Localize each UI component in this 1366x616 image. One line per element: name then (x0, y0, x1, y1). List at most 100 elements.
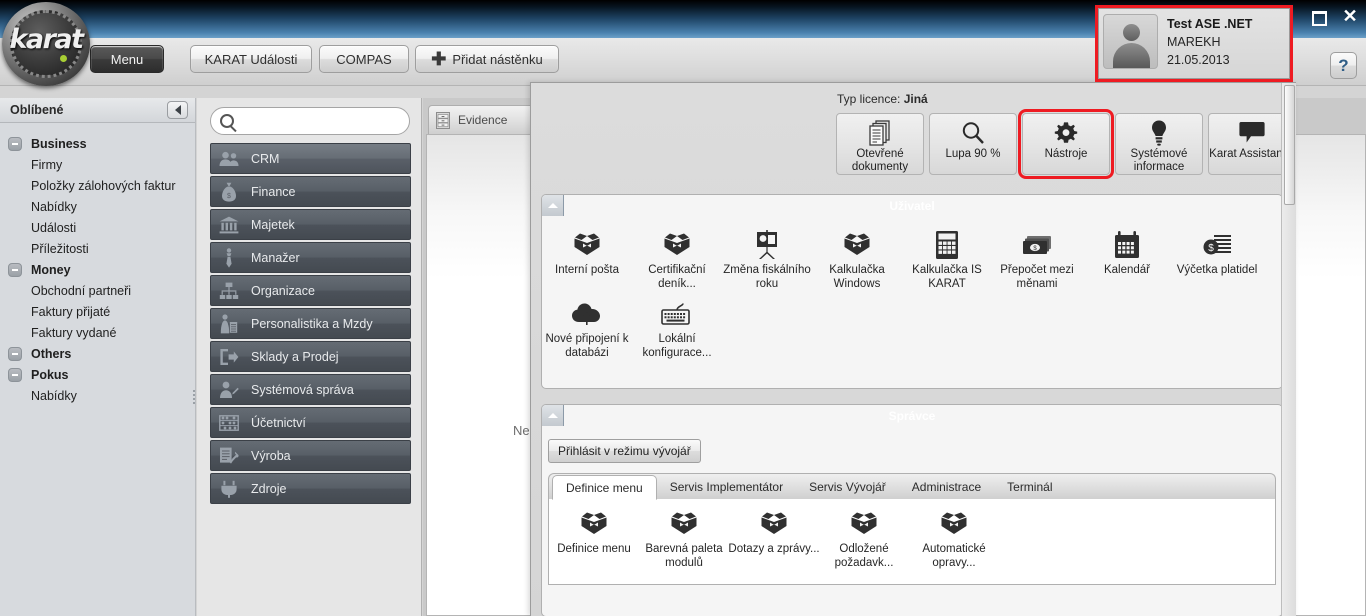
collapse-minus-icon[interactable] (8, 136, 22, 151)
add-board-button[interactable]: ✚ Přidat nástěnku (415, 45, 559, 73)
org-chart-icon (218, 281, 240, 301)
close-button[interactable]: ✕ (1340, 7, 1360, 26)
sidebar-group-pokus[interactable]: Pokus (0, 364, 195, 385)
karat-events-button[interactable]: KARAT Události (190, 45, 312, 73)
section-body: Interní pošta Certifikační deník... Změn… (542, 216, 1282, 364)
tile-calendar[interactable]: Kalendář (1082, 222, 1172, 291)
logo-dot (60, 55, 67, 62)
tab-administrace[interactable]: Administrace (899, 474, 994, 499)
tools-panel: Typ licence: Jiná Otevřené dokumenty Lup… (530, 82, 1296, 616)
collapse-minus-icon[interactable] (8, 367, 22, 382)
tile-presentation[interactable]: Změna fiskálního roku (722, 222, 812, 291)
tile-label: Přepočet mezi měnami (1000, 264, 1074, 290)
tile-cloud-upload[interactable]: Nové připojení k databázi (542, 291, 632, 360)
collapse-minus-icon[interactable] (8, 262, 22, 277)
maximize-restore-button[interactable] (1308, 8, 1328, 26)
section-tabstrip: Definice menu Servis Implementátor Servis … (548, 473, 1276, 500)
chevron-left-icon[interactable] (167, 101, 188, 119)
triangle-up-icon[interactable] (542, 195, 564, 216)
module-item[interactable]: Účetnictví (210, 407, 411, 438)
sidebar-item[interactable]: Příležitosti (0, 238, 195, 259)
panel-button-bulb[interactable]: Systémové informace (1115, 113, 1203, 175)
section-title: Uživatel (889, 198, 935, 213)
box-icon (662, 229, 692, 261)
tile-box[interactable]: Definice menu (549, 501, 639, 570)
sidebar-group-others[interactable]: Others (0, 343, 195, 364)
tile-box[interactable]: Kalkulačka Windows (812, 222, 902, 291)
tile-label: Změna fiskálního roku (723, 264, 811, 290)
compas-button[interactable]: COMPAS (319, 45, 409, 73)
panel-button-gear[interactable]: Nástroje (1018, 109, 1114, 179)
tile-label: Kalkulačka Windows (829, 264, 885, 290)
tile-label: Kalkulačka IS KARAT (912, 264, 982, 290)
sidebar-item[interactable]: Firmy (0, 154, 195, 175)
module-item[interactable]: Majetek (210, 209, 411, 240)
module-label: Účetnictví (251, 415, 306, 430)
menu-button[interactable]: Menu (90, 45, 164, 73)
tile-calculator[interactable]: Kalkulačka IS KARAT (902, 222, 992, 291)
tile-banknotes[interactable]: $ Přepočet mezi měnami (992, 222, 1082, 291)
sidebar-item[interactable]: Nabídky (0, 196, 195, 217)
section-header: Správce (542, 405, 1282, 426)
search-input[interactable] (239, 114, 399, 128)
tile-label: Výčetka platidel (1176, 264, 1258, 276)
help-button[interactable]: ? (1330, 52, 1357, 79)
module-item[interactable]: CRM (210, 143, 411, 174)
tile-box[interactable]: Certifikační deník... (632, 222, 722, 291)
favorites-sidebar: Oblíbené Business Firmy Položky zálohových… (0, 98, 196, 616)
logo-text: karat (9, 24, 84, 55)
tab-evidence[interactable]: Evidence (428, 105, 536, 134)
module-item[interactable]: Sklady a Prodej (210, 341, 411, 372)
module-item[interactable]: Zdroje (210, 473, 411, 504)
content-placeholder-text: Ne (513, 423, 530, 438)
chevron-left-glyph (174, 105, 181, 115)
module-item[interactable]: Personalistika a Mzdy (210, 308, 411, 339)
tab-definice-menu[interactable]: Definice menu (552, 475, 657, 500)
tab-servis-implementátor[interactable]: Servis Implementátor (657, 474, 796, 499)
collapse-minus-icon[interactable] (8, 346, 22, 361)
avatar-head (1123, 24, 1140, 41)
module-item[interactable]: Manažer (210, 242, 411, 273)
tile-box[interactable]: Barevná paleta modulů (639, 501, 729, 570)
tile-box[interactable]: Interní pošta (542, 222, 632, 291)
sidebar-group-money[interactable]: Money (0, 259, 195, 280)
module-item[interactable]: Organizace (210, 275, 411, 306)
module-label: Finance (251, 184, 296, 199)
module-item[interactable]: $ Finance (210, 176, 411, 207)
karat-logo: karat (2, 2, 90, 86)
module-search[interactable] (210, 107, 410, 135)
box-icon (849, 508, 879, 540)
sidebar-group-label: Business (31, 136, 87, 151)
panel-button-magnifier[interactable]: Lupa 90 % (929, 113, 1017, 175)
panel-scrollbar-thumb[interactable] (1284, 85, 1295, 205)
tile-box[interactable]: Dotazy a zprávy... (728, 501, 820, 570)
tile-box[interactable]: Odložené požadavk... (819, 501, 909, 570)
sidebar-group-business[interactable]: Business (0, 133, 195, 154)
tile-label: Interní pošta (555, 264, 619, 276)
tab-terminál[interactable]: Terminál (994, 474, 1065, 499)
sidebar-item[interactable]: Obchodní partneři (0, 280, 195, 301)
module-item[interactable]: Výroba (210, 440, 411, 471)
sidebar-item[interactable]: Faktury vydané (0, 322, 195, 343)
triangle-up-icon[interactable] (542, 405, 564, 426)
developer-login-button[interactable]: Přihlásit v režimu vývojář (548, 439, 701, 463)
tile-label: Dotazy a zprávy... (728, 543, 820, 555)
panel-scrollbar[interactable] (1281, 83, 1296, 616)
sidebar-item[interactable]: Nabídky (0, 385, 195, 406)
user-card[interactable]: Test ASE .NET MAREKH 21.05.2013 (1098, 8, 1290, 79)
people-icon (218, 149, 240, 169)
tile-box[interactable]: Automatické opravy... (909, 501, 999, 570)
panel-button-label: Lupa 90 % (945, 148, 1001, 160)
module-label: Manažer (251, 250, 300, 265)
sidebar-resize-grip[interactable] (191, 388, 196, 410)
tile-label: Automatické opravy... (922, 543, 986, 569)
sidebar-item[interactable]: Faktury přijaté (0, 301, 195, 322)
sidebar-item[interactable]: Položky zálohových faktur (0, 175, 195, 196)
tile-label: Lokální konfigurace... (642, 333, 712, 359)
sidebar-item[interactable]: Události (0, 217, 195, 238)
module-item[interactable]: Systémová správa (210, 374, 411, 405)
tab-servis-vývojář[interactable]: Servis Vývojář (796, 474, 899, 499)
tile-coin-stack[interactable]: $ Výčetka platidel (1172, 222, 1262, 291)
tile-keyboard[interactable]: Lokální konfigurace... (632, 291, 722, 360)
panel-button-documents[interactable]: Otevřené dokumenty (836, 113, 924, 175)
